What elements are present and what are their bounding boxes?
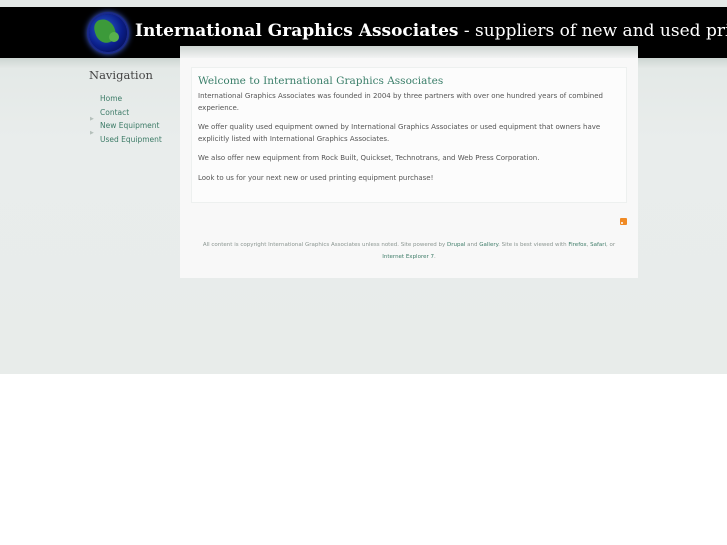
footer: All content is copyright International G… [190,239,628,263]
sidebar-item-used-equipment: ▶ Used Equipment [89,127,174,144]
footer-text: , or [606,242,616,248]
internet-explorer-link[interactable]: Internet Explorer 7 [382,254,434,260]
collapsed-arrow-icon: ▶ [90,130,94,137]
sidebar-item-home: Home [89,86,174,103]
nav-heading: Navigation [89,68,153,82]
intro-paragraph: International Graphics Associates was fo… [198,92,603,112]
gallery-link[interactable]: Gallery [479,242,498,248]
globe-logo-icon[interactable] [89,14,127,52]
footer-text: . [433,254,436,260]
rss-feed-icon[interactable] [620,218,627,225]
firefox-link[interactable]: Firefox [568,242,586,248]
site-slogan: - suppliers of new and used printing equ… [463,21,727,41]
main-panel: Welcome to International Graphics Associ… [180,46,638,278]
nav-link-used-equipment[interactable]: Used Equipment [100,135,162,144]
welcome-node: Welcome to International Graphics Associ… [191,67,627,203]
collapsed-arrow-icon: ▶ [90,116,94,123]
drupal-link[interactable]: Drupal [447,242,465,248]
sidebar: Navigation Home Contact ▶ New Equipment … [89,68,174,144]
new-equipment-paragraph: We also offer new equipment from Rock Bu… [198,154,540,162]
offer-paragraph: We offer quality used equipment owned by… [198,123,601,143]
top-strip [0,0,727,7]
site-name[interactable]: International Graphics Associates [135,21,458,41]
closing-paragraph: Look to us for your next new or used pri… [198,173,434,182]
sidebar-item-new-equipment: ▶ New Equipment [89,113,174,130]
safari-link[interactable]: Safari [590,242,606,248]
footer-text: All content is copyright International G… [202,242,448,248]
sidebar-item-contact: Contact [89,100,174,117]
nav-list: Home Contact ▶ New Equipment ▶ Used Equi… [89,86,174,144]
footer-text: . Site is best viewed with [498,242,569,248]
panel-top-shadow [180,46,638,58]
site-title: International Graphics Associates - supp… [135,21,727,41]
footer-text: and [465,242,480,248]
page-title: Welcome to International Graphics Associ… [198,75,444,87]
logo-landmass-small [109,32,119,42]
